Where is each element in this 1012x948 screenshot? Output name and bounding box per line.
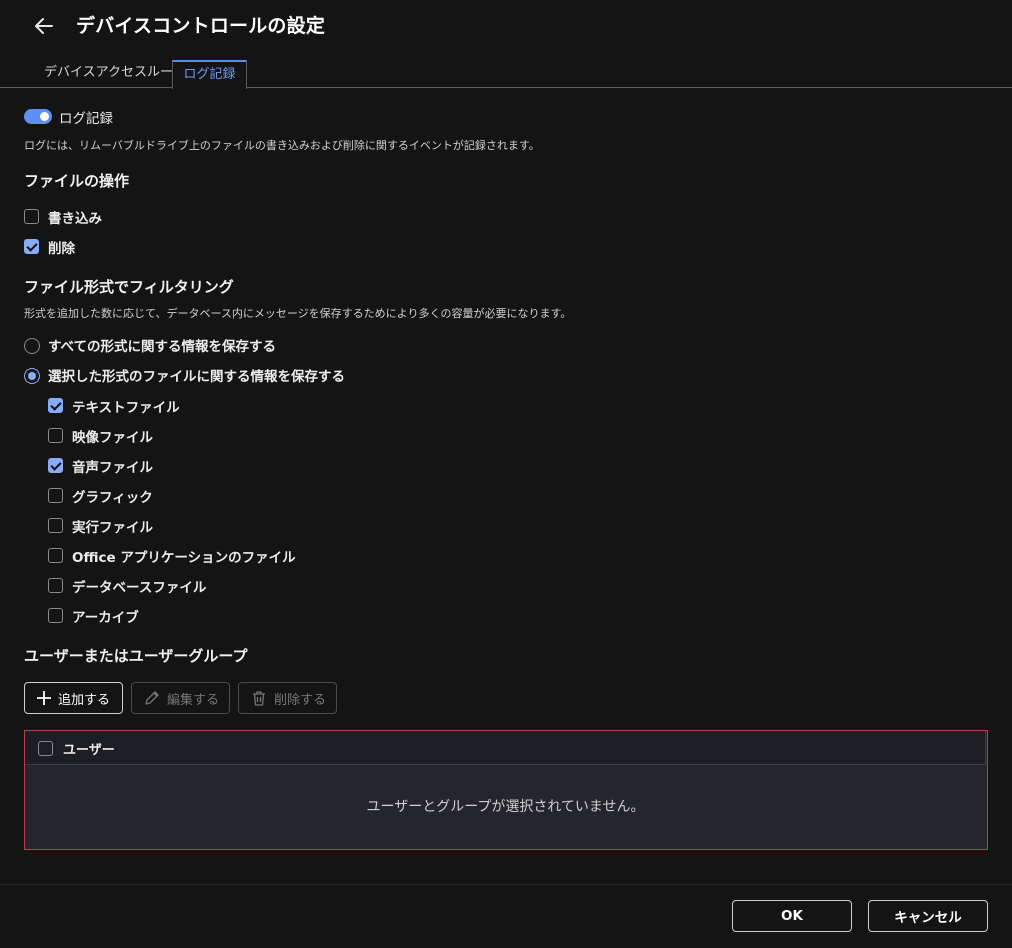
logging-toggle-label: ログ記録 xyxy=(59,111,113,127)
graphics-checkbox[interactable] xyxy=(48,488,63,503)
users-table: ユーザー ユーザーとグループが選択されていません。 xyxy=(24,730,988,850)
graphics-label: グラフィック xyxy=(72,490,153,506)
video-files-checkbox[interactable] xyxy=(48,428,63,443)
write-checkbox[interactable] xyxy=(24,209,39,224)
tab-logging[interactable]: ログ記録 xyxy=(172,60,247,89)
audio-files-checkbox[interactable] xyxy=(48,458,63,473)
edit-button-label: 編集する xyxy=(167,692,220,708)
users-title: ユーザーまたはユーザーグループ xyxy=(24,647,248,665)
filter-description: 形式を追加した数に応じて、データベース内にメッセージを保存するためにより多くの容… xyxy=(24,307,572,320)
delete-label: 削除 xyxy=(48,241,75,257)
text-files-label: テキストファイル xyxy=(72,400,180,416)
footer-divider xyxy=(0,884,1012,885)
delete-checkbox[interactable] xyxy=(24,239,39,254)
column-user[interactable]: ユーザー xyxy=(63,739,115,758)
save-all-formats-radio[interactable] xyxy=(24,338,40,354)
logging-toggle[interactable] xyxy=(24,109,52,124)
trash-icon xyxy=(253,691,265,706)
audio-files-label: 音声ファイル xyxy=(72,460,153,476)
add-button[interactable]: 追加する xyxy=(24,682,123,714)
file-operations-title: ファイルの操作 xyxy=(24,172,130,190)
office-files-label: Office アプリケーションのファイル xyxy=(72,550,296,566)
users-table-header: ユーザー xyxy=(25,731,986,765)
archives-checkbox[interactable] xyxy=(48,608,63,623)
write-label: 書き込み xyxy=(48,211,102,227)
ok-button[interactable]: OK xyxy=(732,900,852,932)
video-files-label: 映像ファイル xyxy=(72,430,153,446)
header: デバイスコントロールの設定 xyxy=(0,0,1012,52)
logging-description: ログには、リムーバブルドライブ上のファイルの書き込みおよび削除に関するイベントが… xyxy=(24,139,540,152)
executable-files-checkbox[interactable] xyxy=(48,518,63,533)
users-table-empty-message: ユーザーとグループが選択されていません。 xyxy=(366,799,645,815)
text-files-checkbox[interactable] xyxy=(48,398,63,413)
add-button-label: 追加する xyxy=(58,692,111,708)
filter-title: ファイル形式でフィルタリング xyxy=(24,278,234,296)
save-selected-formats-radio[interactable] xyxy=(24,368,40,384)
save-all-formats-label: すべての形式に関する情報を保存する xyxy=(48,339,277,355)
save-selected-formats-label: 選択した形式のファイルに関する情報を保存する xyxy=(48,369,345,385)
database-files-label: データベースファイル xyxy=(72,580,207,596)
office-files-checkbox[interactable] xyxy=(48,548,63,563)
database-files-checkbox[interactable] xyxy=(48,578,63,593)
pencil-icon xyxy=(145,691,159,705)
plus-icon xyxy=(37,691,51,705)
select-all-users-checkbox[interactable] xyxy=(38,741,53,756)
delete-button[interactable]: 削除する xyxy=(238,682,337,714)
cancel-button[interactable]: キャンセル xyxy=(868,900,988,932)
edit-button[interactable]: 編集する xyxy=(131,682,230,714)
delete-button-label: 削除する xyxy=(274,692,327,708)
executable-files-label: 実行ファイル xyxy=(72,520,153,536)
archives-label: アーカイブ xyxy=(72,610,139,626)
tab-bar: デバイスアクセスルール ログ記録 xyxy=(0,60,1012,89)
back-arrow-icon[interactable] xyxy=(32,14,56,38)
device-control-settings-page: デバイスコントロールの設定 デバイスアクセスルール ログ記録 ログ記録 ログには… xyxy=(0,0,1012,948)
page-title: デバイスコントロールの設定 xyxy=(76,15,326,37)
